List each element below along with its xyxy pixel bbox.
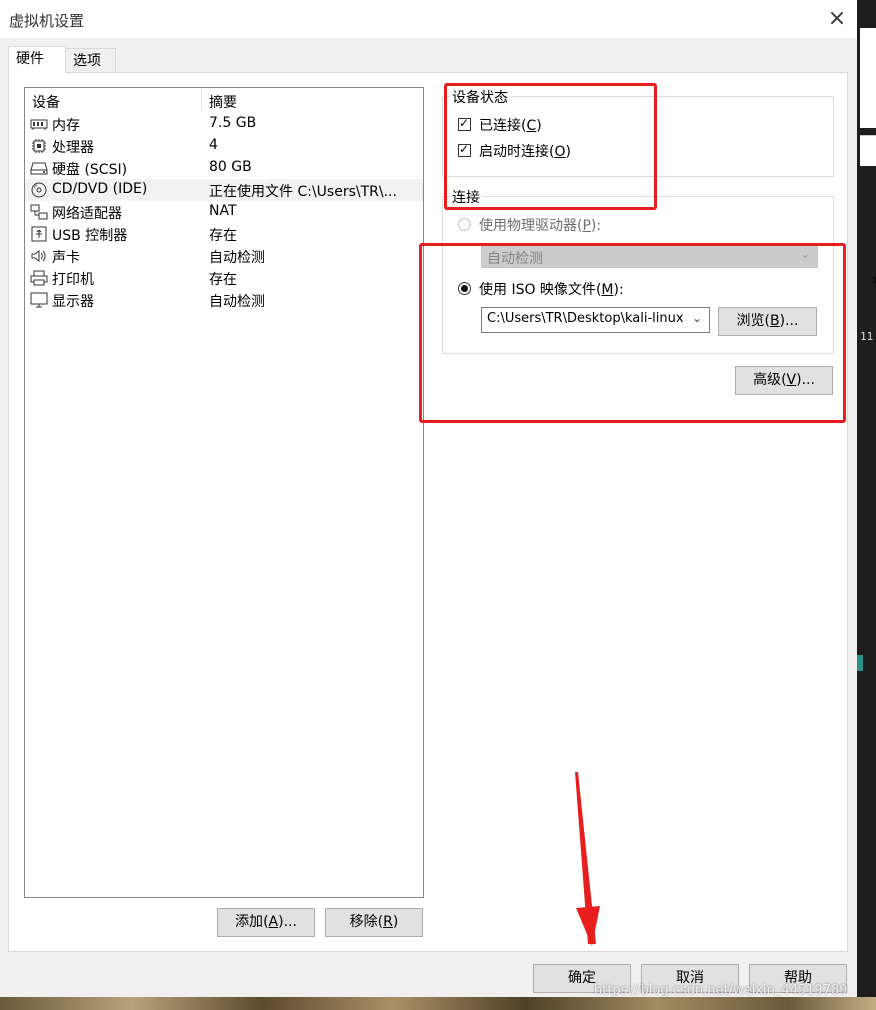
physical-drive-access-key: P — [582, 218, 591, 234]
device-row-printer[interactable]: 打印机 存在 — [25, 267, 423, 289]
background-window-strip: ✕ 11 — [857, 0, 876, 1010]
device-name: USB 控制器 — [52, 228, 128, 244]
device-name: 显示器 — [52, 294, 94, 310]
device-row-processor[interactable]: 处理器 4 — [25, 135, 423, 157]
device-summary: NAT — [209, 203, 237, 219]
device-summary: 7.5 GB — [209, 115, 257, 131]
device-summary: 存在 — [209, 228, 237, 244]
annotation-arrow — [575, 772, 600, 946]
device-row-hard-disk[interactable]: 硬盘 (SCSI) 80 GB — [25, 157, 423, 179]
usb-icon — [31, 226, 47, 242]
physical-drive-label[interactable]: 使用物理驱动器(P): — [479, 215, 601, 235]
annotation-box-device-status — [444, 83, 657, 210]
device-name: 内存 — [52, 118, 80, 134]
add-button[interactable]: 添加(A)... — [217, 908, 315, 937]
device-row-sound-card[interactable]: 声卡 自动检测 — [25, 245, 423, 267]
physical-drive-text: 使用物理驱动器 — [479, 218, 577, 234]
annotation-box-iso-image — [419, 243, 846, 423]
close-icon: ✕ — [871, 274, 876, 289]
memory-icon — [30, 119, 48, 130]
device-name: CD/DVD (IDE) — [52, 181, 148, 197]
speaker-icon — [31, 250, 46, 262]
network-adapter-icon — [30, 204, 48, 220]
device-summary: 4 — [209, 137, 218, 153]
tab-options[interactable]: 选项 — [65, 48, 116, 72]
device-row-memory[interactable]: 内存 7.5 GB — [25, 113, 423, 135]
close-icon[interactable]: × — [826, 8, 848, 30]
remove-button-label: 移除 — [349, 914, 378, 930]
hard-disk-icon — [30, 162, 48, 175]
column-header-summary[interactable]: 摘要 — [209, 92, 237, 112]
device-summary: 正在使用文件 C:\Users\TR\... — [209, 184, 397, 200]
device-row-usb[interactable]: USB 控制器 存在 — [25, 223, 423, 245]
column-header-device[interactable]: 设备 — [32, 92, 60, 112]
device-summary: 自动检测 — [209, 250, 265, 266]
cd-dvd-icon — [31, 182, 47, 198]
window-title: 虚拟机设置 — [9, 12, 85, 30]
device-summary: 存在 — [209, 272, 237, 288]
column-divider[interactable] — [201, 88, 202, 110]
printer-icon — [30, 270, 48, 286]
physical-drive-radio[interactable] — [458, 218, 471, 231]
background-text: 11 — [860, 330, 874, 343]
watermark: https://blog.csdn.net/weixin_44519789 — [594, 983, 848, 998]
title-bar: 虚拟机设置 × — [0, 0, 857, 38]
device-name: 声卡 — [52, 250, 80, 266]
display-icon — [30, 292, 48, 308]
device-name: 硬盘 (SCSI) — [52, 162, 128, 178]
desktop-background — [0, 997, 876, 1010]
device-row-network[interactable]: 网络适配器 NAT — [25, 201, 423, 223]
add-button-label: 添加 — [235, 914, 264, 930]
remove-button[interactable]: 移除(R) — [325, 908, 423, 937]
device-summary: 自动检测 — [209, 294, 265, 310]
device-summary: 80 GB — [209, 159, 252, 175]
add-button-access-key: A — [268, 914, 279, 930]
device-row-cd-dvd[interactable]: CD/DVD (IDE) 正在使用文件 C:\Users\TR\... — [25, 179, 423, 201]
device-name: 打印机 — [52, 272, 94, 288]
tab-hardware[interactable]: 硬件 — [8, 46, 66, 73]
device-name: 网络适配器 — [52, 206, 122, 222]
remove-button-access-key: R — [383, 914, 393, 930]
processor-icon — [32, 139, 46, 153]
vm-settings-dialog: 虚拟机设置 × 硬件 选项 设备 摘要 内存 7.5 GB 处理器 4 硬盘 (… — [0, 0, 857, 997]
device-row-display[interactable]: 显示器 自动检测 — [25, 289, 423, 311]
device-name: 处理器 — [52, 140, 94, 156]
